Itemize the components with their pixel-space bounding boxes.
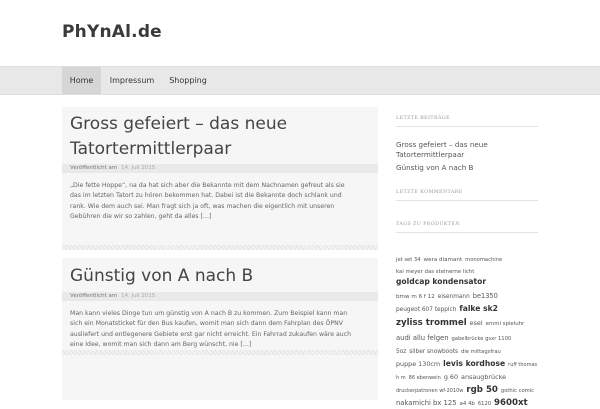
post-meta: Veröffentlicht am 14. Juli 2015 (62, 292, 378, 301)
tag-link[interactable]: a4 4b (460, 401, 475, 407)
post-title-line[interactable]: Gross gefeiert – das neue (70, 114, 287, 134)
excerpt-line: rank. Wie dem auch sei. Man fragt sich j… (70, 202, 335, 210)
post-title-line[interactable]: Tatortermittlerpaar (70, 139, 231, 159)
recent-post-link[interactable]: Gross gefeiert – das neue Tatortermittle… (396, 140, 538, 160)
post-article: Gross gefeiert – das neue Tatortermittle… (62, 107, 378, 250)
widget-title-recent-posts: Letzte Beiträge (396, 116, 450, 121)
widget-title-tags: Tags zu Produkten (396, 222, 460, 227)
widget-divider (396, 200, 538, 201)
post-excerpt: „Die fette Hoppe“, na da hat sich aber d… (70, 181, 374, 222)
excerpt-line: eine Idee, womit man sich dann am Berg w… (70, 340, 252, 348)
tag-link[interactable]: 6120 (478, 401, 491, 407)
main-navigation: Home Impressum Shopping (0, 66, 600, 95)
widget-title-recent-comments: Letzte Kommentare (396, 190, 463, 195)
post-meta: Veröffentlicht am 14. Juli 2015 (62, 164, 378, 173)
post-divider (62, 350, 378, 355)
widget-divider (396, 126, 538, 127)
nav-item-home[interactable]: Home (62, 67, 101, 94)
recent-post-link[interactable]: Günstig von A nach B (396, 163, 538, 173)
excerpt-line: sich ein Monatsticket für den Bus kaufen… (70, 320, 344, 328)
post-title[interactable]: Günstig von A nach B (70, 264, 370, 289)
meta-label: Veröffentlicht am (70, 293, 118, 299)
post-article: Günstig von A nach B Veröffentlicht am 1… (62, 258, 378, 400)
excerpt-line: „Die fette Hoppe“, na da hat sich aber d… (70, 182, 345, 189)
site-title[interactable]: PhYnAl.de (62, 22, 162, 42)
post-divider (62, 245, 378, 250)
excerpt-line: Man kann vieles Dinge tun um günstig von… (70, 310, 348, 317)
widget-divider (396, 232, 538, 233)
recent-post-link-line[interactable]: Gross gefeiert – das neue (396, 140, 488, 149)
post-excerpt: Man kann vieles Dinge tun um günstig von… (70, 309, 374, 350)
nav-item-impressum[interactable]: Impressum (104, 67, 160, 94)
tag-link[interactable]: nakamichi bx 125 (396, 399, 457, 407)
nav-item-shopping[interactable]: Shopping (164, 67, 212, 94)
post-date[interactable]: 14. Juli 2015 (121, 165, 155, 171)
post-date[interactable]: 14. Juli 2015 (121, 293, 155, 299)
excerpt-line: ausliefert und entlegenere Gebiete erst … (70, 330, 352, 338)
excerpt-line: das im letzten Tatort zu hören bekommen … (70, 192, 342, 200)
post-title[interactable]: Gross gefeiert – das neue Tatortermittle… (70, 112, 370, 162)
tag-link[interactable]: ruff thomas (508, 362, 537, 368)
recent-post-link-line[interactable]: Tatortermittlerpaar (396, 150, 464, 159)
excerpt-line: Gebühren die wir so zahlen, geht da alle… (70, 212, 212, 220)
meta-label: Veröffentlicht am (70, 165, 118, 171)
